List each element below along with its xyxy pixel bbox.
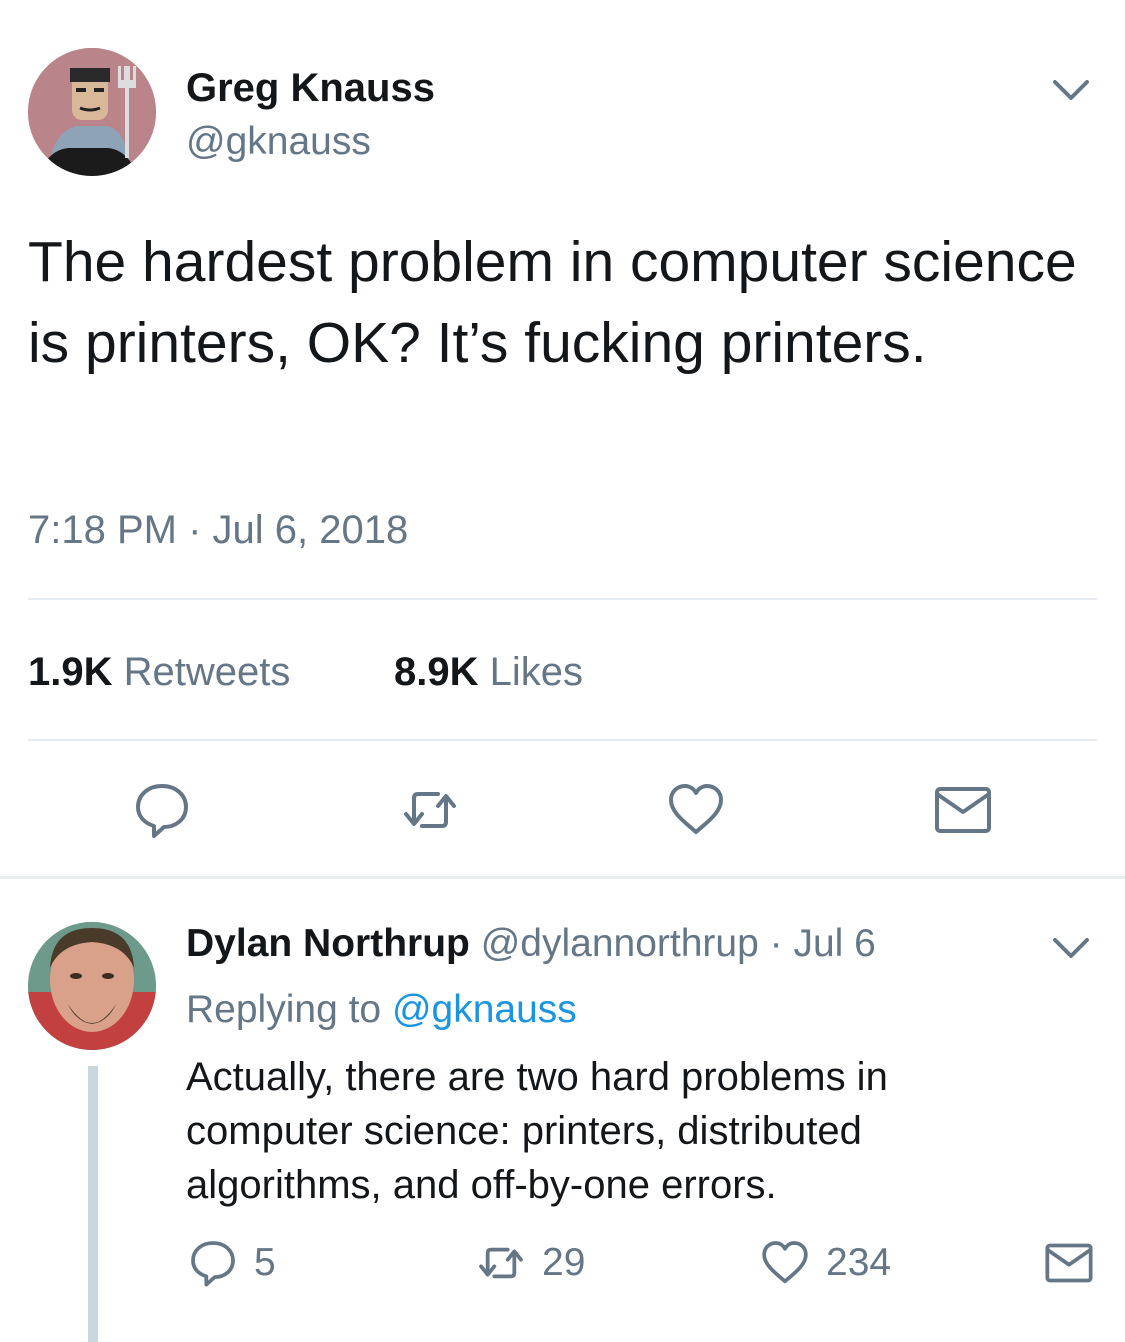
retweet-icon[interactable] [400,780,460,840]
reply-author-avatar[interactable] [28,922,156,1050]
tweet-separator [0,876,1125,879]
chevron-down-icon[interactable] [1052,78,1090,102]
divider [28,598,1097,600]
author-handle[interactable]: @gknauss [186,120,371,164]
author-avatar[interactable] [28,48,156,176]
reply-author-handle[interactable]: @dylannorthrup [481,922,759,965]
replying-to-mention[interactable]: @gknauss [392,988,577,1031]
reply-reply-action[interactable]: 5 [188,1238,276,1288]
retweets-label: Retweets [123,650,291,694]
replying-to: Replying to @gknauss [186,988,577,1032]
like-heart-icon [762,1241,808,1284]
retweet-icon [479,1247,523,1279]
reply-author-display-name[interactable]: Dylan Northrup [186,922,470,965]
replying-to-prefix: Replying to [186,988,392,1031]
reply-dm-action[interactable] [1044,1238,1094,1288]
reply-like-action[interactable]: 234 [760,1238,891,1288]
reply-text: Actually, there are two hard problems in… [186,1055,888,1207]
retweet-count: 29 [542,1241,586,1284]
direct-message-icon [1045,1243,1093,1283]
reply-header: Dylan Northrup @dylannorthrup · Jul 6 [186,922,876,966]
like-count: 234 [826,1241,892,1284]
likes-count: 8.9K [394,650,479,694]
chevron-down-icon[interactable] [1052,936,1090,960]
like-heart-icon[interactable] [666,780,726,840]
direct-message-icon[interactable] [933,780,993,840]
likes-label: Likes [489,650,584,694]
reply-date[interactable]: · Jul 6 [759,922,876,965]
cartoon-man-avatar-image [28,48,156,176]
author-display-name[interactable]: Greg Knauss [186,66,435,111]
reply-icon[interactable] [132,780,192,840]
reply-count: 5 [254,1241,276,1284]
divider [28,739,1097,741]
retweets-count: 1.9K [28,650,113,694]
reply-retweet-action[interactable]: 29 [476,1238,585,1288]
tweet-timestamp[interactable]: 7:18 PM · Jul 6, 2018 [28,508,408,553]
thread-line [88,1066,98,1342]
photo-man-avatar-image [28,922,156,1050]
likes-stat[interactable]: 8.9K Likes [394,650,583,695]
reply-icon [191,1241,235,1287]
tweet-text: The hardest problem in computer science … [28,230,1077,375]
retweets-stat[interactable]: 1.9K Retweets [28,650,290,695]
